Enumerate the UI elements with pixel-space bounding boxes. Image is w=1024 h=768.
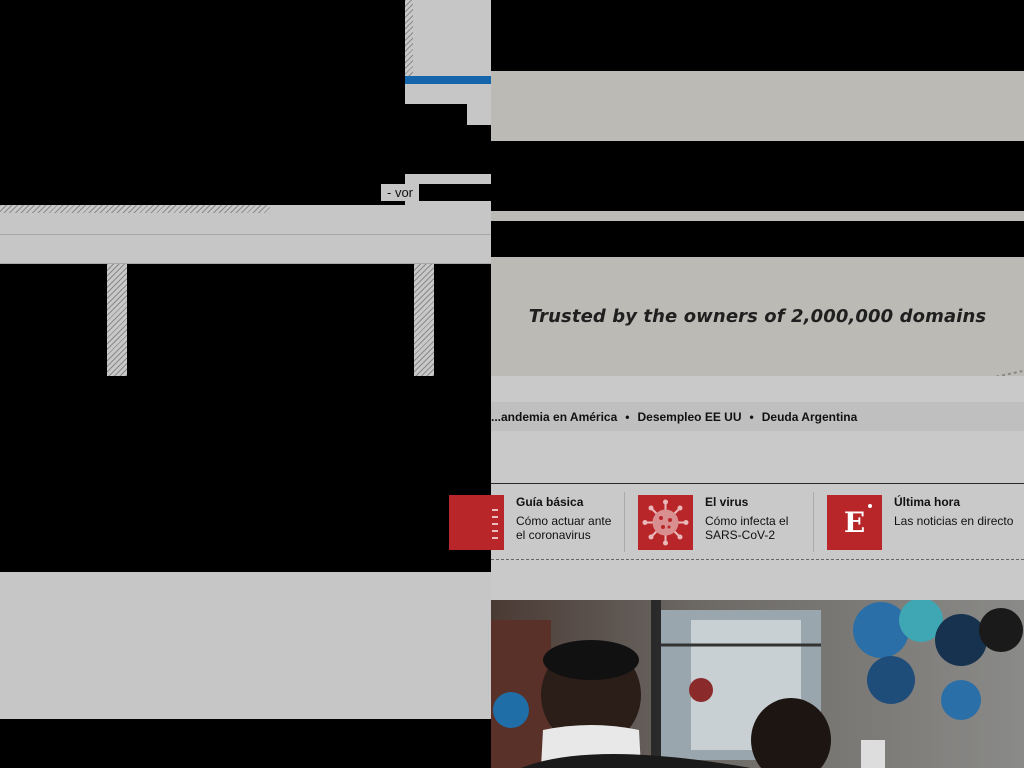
logo-dot [868,504,872,508]
photo-illustration [491,600,1024,768]
topics-bar: ...andemia en América • Desempleo EE UU … [491,402,1024,431]
card-title: Última hora [894,495,961,509]
el-pais-logo-icon: E [827,495,882,550]
column-gutter-left [107,264,127,376]
card-desc-line: Cómo infecta el [705,514,789,528]
gray-block [467,104,491,125]
topic-link[interactable]: Deuda Argentina [762,410,858,424]
card-guia-basica[interactable]: Guía básica Cómo actuar ante el coronavi… [449,484,624,560]
card-desc-line: Cómo actuar ante [516,514,612,528]
card-title: Guía básica [516,495,584,509]
topic-link[interactable]: ...andemia en América [491,410,617,424]
topic-separator: • [749,409,754,424]
gray-block [405,84,491,104]
card-title: El virus [705,495,749,509]
card-el-virus[interactable]: El virus Cómo infecta el SARS-CoV-2 [625,484,814,560]
news-photo[interactable] [491,600,1024,768]
feature-cards: Guía básica Cómo actuar ante el coronavi… [449,483,1024,560]
card-description: Cómo infecta el SARS-CoV-2 [705,514,788,542]
banner-top [491,71,1024,141]
accent-bar [405,76,491,84]
gray-strip [270,205,491,213]
card-description: Cómo actuar ante el coronavirus [516,514,611,542]
card-ultima-hora[interactable]: E Última hora Las noticias en directo [814,484,1024,560]
card-desc-line: el coronavirus [516,528,591,542]
logo-letter: E [843,506,866,539]
trusted-banner: Trusted by the owners of 2,000,000 domai… [491,257,1024,381]
card-description: Las noticias en directo [894,514,1013,528]
topic-link[interactable]: Desempleo EE UU [637,410,741,424]
column-gutter-right [414,264,434,376]
card-desc-line: SARS-CoV-2 [705,528,776,542]
header-gray-block [413,0,491,76]
banner-strip [491,211,1024,221]
card-desc-line: Las noticias en directo [894,514,1014,528]
guide-icon [449,495,504,550]
topic-separator: • [625,409,630,424]
vor-label: - vor [381,184,419,201]
virus-icon [638,495,693,550]
hatched-strip [0,205,270,213]
gray-sliver [405,174,491,184]
trusted-text: Trusted by the owners of 2,000,000 domai… [528,306,987,327]
section-band [0,213,491,264]
divider [0,234,491,235]
footer-gray-block [0,572,491,719]
scroll-track-top [405,0,413,76]
